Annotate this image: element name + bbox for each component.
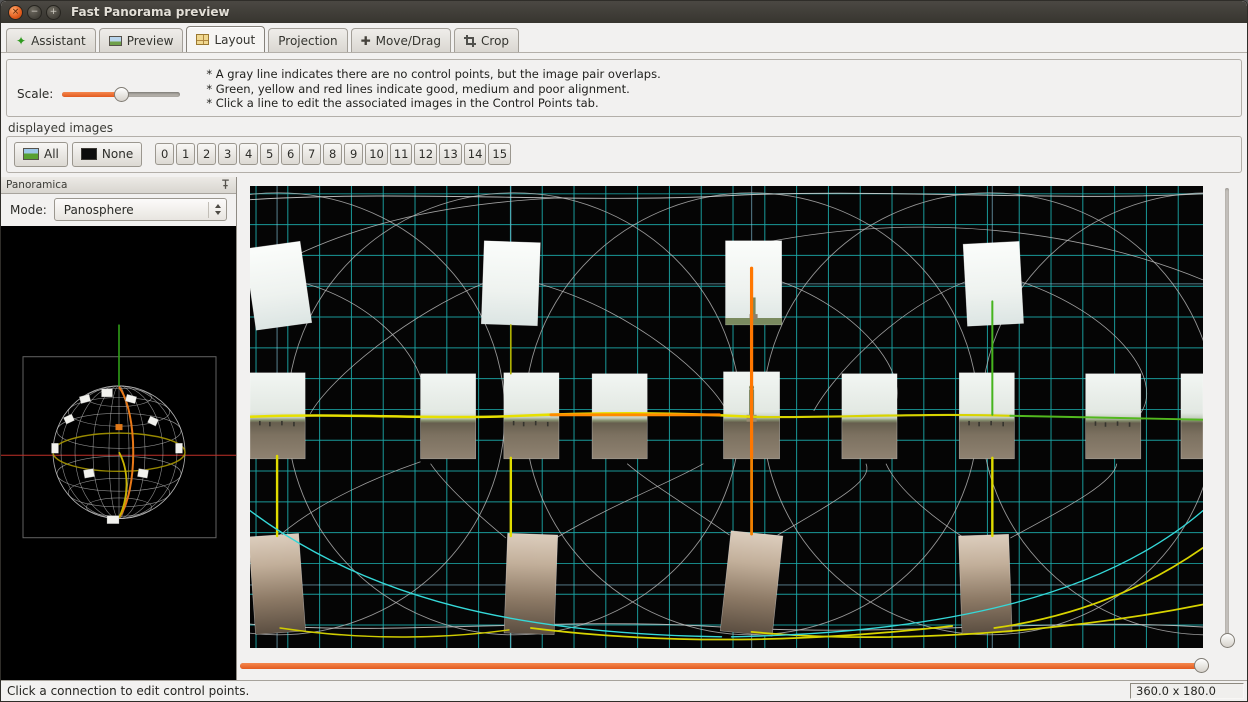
displayed-images-panel: All None 0123456789101112131415: [6, 136, 1242, 173]
panorama-image-thumbnail[interactable]: [250, 533, 306, 634]
displayed-images-section: displayed images All None 01234567891011…: [6, 121, 1242, 173]
horizontal-fov-track[interactable]: [240, 663, 1209, 669]
pin-icon[interactable]: [220, 179, 231, 190]
combobox-arrows-icon: [208, 202, 221, 218]
all-button-label: All: [44, 147, 59, 161]
displayed-images-label: displayed images: [8, 121, 1242, 135]
panorama-image-thumbnail[interactable]: [725, 240, 781, 324]
window-maximize-button[interactable]: +: [46, 5, 61, 20]
scale-slider-fill: [62, 92, 121, 97]
sphere-preview[interactable]: [1, 226, 236, 681]
titlebar[interactable]: × − + Fast Panorama preview: [1, 1, 1247, 23]
window-buttons: × − +: [8, 5, 61, 20]
image-toggle-button-14[interactable]: 14: [464, 143, 487, 165]
preview-icon: [109, 36, 122, 46]
panorama-image-thumbnail[interactable]: [592, 373, 647, 458]
scale-slider-knob[interactable]: [114, 87, 129, 102]
panorama-image-thumbnail[interactable]: [481, 240, 540, 325]
tab-label: Crop: [481, 34, 509, 48]
mode-label: Mode:: [10, 203, 47, 217]
help-text: * A gray line indicates there are no con…: [206, 65, 660, 111]
mode-value: Panosphere: [64, 203, 208, 217]
tab-label: Assistant: [31, 34, 86, 48]
image-toggle-button-9[interactable]: 9: [344, 143, 363, 165]
crop-icon: [464, 35, 476, 47]
sphere-canvas[interactable]: [1, 226, 236, 681]
scale-panel: Scale: * A gray line indicates there are…: [6, 59, 1242, 117]
tab-bar: ✦ Assistant Preview Layout Projection ✚ Move/D…: [1, 23, 1247, 53]
image-toggle-button-3[interactable]: 3: [218, 143, 237, 165]
tab-preview[interactable]: Preview: [99, 28, 184, 52]
image-toggle-button-10[interactable]: 10: [365, 143, 388, 165]
horizontal-fov-slider[interactable]: [240, 658, 1209, 673]
mode-row: Mode: Panosphere: [1, 194, 236, 226]
panorama-image-thumbnail[interactable]: [1181, 373, 1203, 458]
tab-move-drag[interactable]: ✚ Move/Drag: [351, 28, 451, 52]
layout-icon: [196, 34, 209, 45]
image-toggle-button-6[interactable]: 6: [281, 143, 300, 165]
movedrag-icon: ✚: [361, 35, 371, 47]
help-line-2: * Green, yellow and red lines indicate g…: [206, 82, 660, 97]
image-toggle-button-4[interactable]: 4: [239, 143, 258, 165]
image-toggle-button-2[interactable]: 2: [197, 143, 216, 165]
image-number-buttons: 0123456789101112131415: [155, 143, 511, 165]
none-images-icon: [81, 148, 97, 160]
tab-assistant[interactable]: ✦ Assistant: [6, 28, 96, 52]
image-toggle-button-11[interactable]: 11: [390, 143, 413, 165]
close-icon: ×: [12, 8, 20, 17]
tab-label: Preview: [127, 34, 174, 48]
panoramica-panel: Panoramica Mode: Panosphere: [1, 177, 237, 681]
none-button-label: None: [102, 147, 133, 161]
vertical-fov-knob[interactable]: [1220, 633, 1235, 648]
image-toggle-button-8[interactable]: 8: [323, 143, 342, 165]
image-toggle-button-15[interactable]: 15: [488, 143, 511, 165]
image-toggle-button-12[interactable]: 12: [414, 143, 437, 165]
horizontal-fov-knob[interactable]: [1194, 658, 1209, 673]
tab-projection[interactable]: Projection: [268, 28, 347, 52]
all-images-icon: [23, 148, 39, 160]
mode-combobox[interactable]: Panosphere: [54, 198, 227, 221]
panorama-image-thumbnail[interactable]: [720, 530, 783, 635]
window-minimize-button[interactable]: −: [27, 5, 42, 20]
maximize-icon: +: [50, 8, 58, 17]
image-toggle-button-5[interactable]: 5: [260, 143, 279, 165]
scale-label: Scale:: [17, 87, 53, 101]
image-toggle-button-13[interactable]: 13: [439, 143, 462, 165]
panel-header: Panoramica: [1, 177, 236, 194]
panel-title: Panoramica: [6, 179, 67, 191]
panorama-layout-canvas[interactable]: [250, 186, 1203, 649]
horizontal-fov-fill: [240, 663, 1209, 669]
window-title: Fast Panorama preview: [71, 5, 230, 19]
status-message: Click a connection to edit control point…: [7, 684, 249, 698]
help-line-1: * A gray line indicates there are no con…: [206, 67, 660, 82]
tab-layout[interactable]: Layout: [186, 26, 265, 52]
vertical-fov-slider[interactable]: [1220, 186, 1235, 649]
minimize-icon: −: [31, 8, 39, 17]
tab-label: Projection: [278, 34, 337, 48]
vertical-fov-track[interactable]: [1225, 188, 1229, 647]
image-toggle-button-1[interactable]: 1: [176, 143, 195, 165]
scale-slider[interactable]: [62, 87, 180, 102]
tab-label: Layout: [214, 33, 255, 47]
main-area: Panoramica Mode: Panosphere: [1, 177, 1247, 681]
panorama-image-thumbnail[interactable]: [504, 533, 558, 634]
assistant-icon: ✦: [16, 35, 26, 47]
show-none-button[interactable]: None: [72, 142, 142, 167]
panorama-image-thumbnail[interactable]: [959, 534, 1013, 633]
layout-preview-pane: [237, 177, 1247, 681]
panorama-image-thumbnail[interactable]: [1086, 373, 1141, 458]
scale-row: Scale:: [17, 78, 180, 111]
status-bar: Click a connection to edit control point…: [1, 680, 1247, 701]
tab-crop[interactable]: Crop: [454, 28, 519, 52]
image-toggle-button-7[interactable]: 7: [302, 143, 321, 165]
help-line-3: * Click a line to edit the associated im…: [206, 96, 660, 111]
window-close-button[interactable]: ×: [8, 5, 23, 20]
panorama-dimensions: 360.0 x 180.0: [1130, 683, 1244, 699]
app-window: × − + Fast Panorama preview ✦ Assistant Pr…: [0, 0, 1248, 702]
show-all-button[interactable]: All: [14, 142, 68, 167]
image-toggle-button-0[interactable]: 0: [155, 143, 174, 165]
tab-label: Move/Drag: [376, 34, 441, 48]
